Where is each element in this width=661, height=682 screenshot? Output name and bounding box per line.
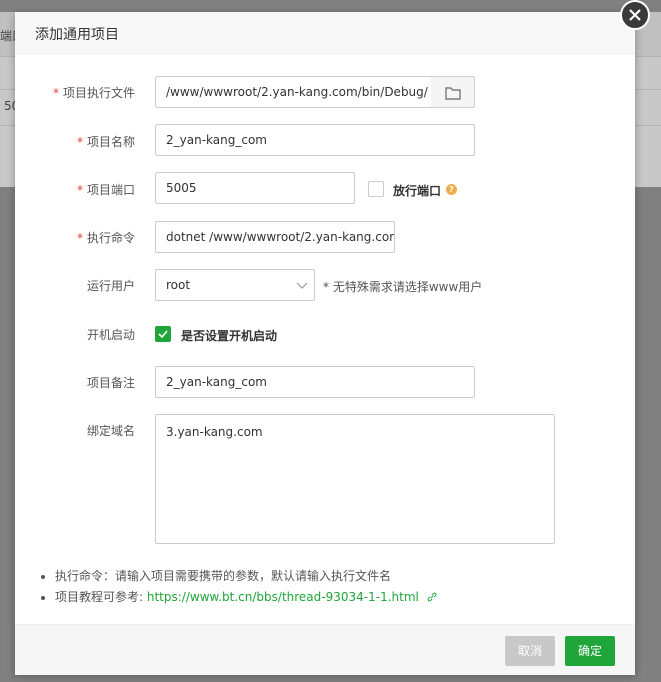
tutorial-link[interactable]: https://www.bt.cn/bbs/thread-93034-1-1.h… <box>147 590 419 604</box>
folder-icon <box>445 87 461 100</box>
exec-file-label: * 项目执行文件 <box>52 86 135 100</box>
confirm-button[interactable]: 确定 <box>565 636 615 666</box>
dialog-footer: 取消 确定 <box>15 624 635 675</box>
exec-file-input[interactable]: /www/wwwroot/2.yan-kang.com/bin/Debug/ <box>155 76 432 108</box>
open-port-label: 放行端口 <box>393 184 442 198</box>
autostart-checkbox-label: 是否设置开机启动 <box>181 329 278 343</box>
tips-list: 执行命令：请输入项目需要携带的参数，默认请输入执行文件名 项目教程可参考: ht… <box>41 566 437 608</box>
project-port-label: * 项目端口 <box>76 183 135 197</box>
tip-item: 项目教程可参考: https://www.bt.cn/bbs/thread-93… <box>41 587 437 608</box>
bullet <box>41 575 45 579</box>
domain-textarea[interactable]: 3.yan-kang.com <box>155 414 555 544</box>
browse-folder-button[interactable] <box>431 76 475 108</box>
command-input[interactable]: dotnet /www/wwwroot/2.yan-kang.com <box>155 221 395 253</box>
help-icon[interactable]: ? <box>446 184 457 195</box>
add-project-dialog: 添加通用项目 * 项目执行文件 /www/wwwroot/2.yan-kang.c… <box>15 12 635 675</box>
close-button[interactable] <box>620 0 650 30</box>
run-user-label: 运行用户 <box>86 279 135 293</box>
link-icon[interactable] <box>427 592 437 602</box>
remark-input[interactable]: 2_yan-kang_com <box>155 366 475 398</box>
run-user-hint: * 无特殊需求请选择www用户 <box>323 280 483 294</box>
dialog-titlebar: 添加通用项目 <box>15 12 635 54</box>
chevron-down-icon <box>296 282 308 289</box>
project-port-input[interactable]: 5005 <box>155 172 355 204</box>
project-name-label: * 项目名称 <box>76 135 135 149</box>
run-user-select[interactable]: root <box>155 269 315 301</box>
autostart-checkbox[interactable] <box>155 326 171 342</box>
remark-label: 项目备注 <box>86 376 135 390</box>
tip-item: 执行命令：请输入项目需要携带的参数，默认请输入执行文件名 <box>41 566 437 587</box>
project-name-input[interactable]: 2_yan-kang_com <box>155 124 475 156</box>
autostart-label: 开机启动 <box>86 328 135 342</box>
check-icon <box>158 330 168 339</box>
run-user-value: root <box>166 278 191 292</box>
bullet <box>41 596 45 600</box>
cancel-button[interactable]: 取消 <box>505 636 555 666</box>
command-label: * 执行命令 <box>76 231 135 245</box>
dialog-title: 添加通用项目 <box>35 27 119 43</box>
close-icon <box>629 9 641 21</box>
open-port-checkbox[interactable] <box>368 181 384 197</box>
domain-label: 绑定域名 <box>86 424 135 438</box>
